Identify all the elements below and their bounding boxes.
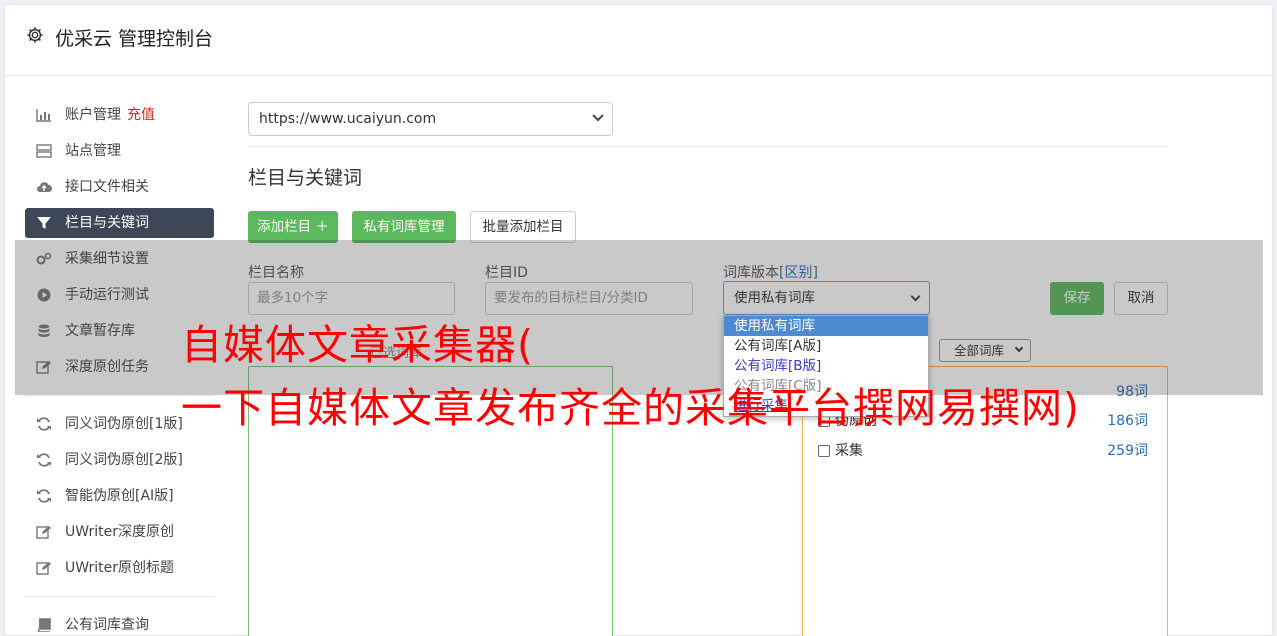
- dropdown-option[interactable]: 公有词库[A版]: [724, 336, 928, 356]
- book-icon: [37, 618, 51, 632]
- section-title: 栏目与关键词: [248, 167, 363, 189]
- sidebar-item-account[interactable]: 账户管理 充值: [25, 100, 214, 130]
- sidebar-item-label: 接口文件相关: [65, 179, 149, 195]
- dropdown-option[interactable]: 公有词库[B版]: [724, 356, 928, 376]
- refresh-icon: [37, 417, 51, 431]
- sidebar-item-label: 站点管理: [65, 143, 121, 159]
- lexicon-count[interactable]: 186词: [1107, 411, 1148, 431]
- sidebar-item-label: 公有词库查询: [65, 617, 149, 633]
- recharge-link[interactable]: 充值: [127, 107, 155, 123]
- sidebar-item-columns[interactable]: 栏目与关键词: [25, 208, 214, 238]
- lexicon-count[interactable]: 259词: [1107, 441, 1148, 461]
- sidebar-item-label: 同义词伪原创[2版]: [65, 452, 183, 468]
- sidebar-item-label: 账户管理: [65, 107, 121, 123]
- sidebar-item-uwriter-deep[interactable]: UWriter深度原创: [25, 517, 214, 547]
- lexicon-row[interactable]: 采集 259词: [818, 441, 1148, 463]
- sidebar-item-collect-settings[interactable]: 采集细节设置: [25, 244, 214, 274]
- lexicon-version-value: 使用私有词库: [734, 290, 815, 306]
- difference-link[interactable]: [区别]: [779, 265, 818, 281]
- server-icon: [36, 144, 52, 158]
- edit-icon: [36, 562, 51, 575]
- sidebar-item-label: UWriter深度原创: [65, 524, 174, 540]
- cogs-icon: [36, 252, 52, 265]
- sidebar-item-interface[interactable]: 接口文件相关: [25, 172, 214, 202]
- chevron-down-icon: [592, 110, 604, 122]
- all-lexicon-value: 全部词库: [954, 343, 1005, 358]
- chevron-down-icon: [910, 291, 921, 302]
- all-lexicon-select[interactable]: 全部词库: [939, 339, 1031, 362]
- private-lexicon-button[interactable]: 私有词库管理: [352, 211, 456, 243]
- watermark-line-1: 自媒体文章采集器(: [181, 321, 534, 369]
- cancel-button[interactable]: 取消: [1114, 282, 1168, 315]
- edit-icon: [36, 526, 51, 539]
- column-id-input[interactable]: 要发布的目标栏目/分类ID: [485, 282, 693, 315]
- chevron-down-icon: [1014, 343, 1024, 353]
- sidebar-item-label: 手动运行测试: [65, 287, 149, 303]
- database-icon: [38, 324, 50, 337]
- lexicon-checkbox[interactable]: [818, 445, 830, 457]
- cloud-upload-icon: [37, 182, 52, 193]
- edit-icon: [36, 361, 51, 374]
- sidebar-item-label: 栏目与关键词: [65, 215, 149, 231]
- refresh-icon: [37, 453, 51, 467]
- sidebar-item-ai-rewrite[interactable]: 智能伪原创[AI版]: [25, 481, 214, 511]
- sidebar-item-sites[interactable]: 站点管理: [25, 136, 214, 166]
- sidebar-item-public-lexicon[interactable]: 公有词库查询: [25, 610, 214, 635]
- watermark-line-2: 一下自媒体文章发布齐全的采集平台撰网易撰网): [181, 384, 1080, 432]
- save-button[interactable]: 保存: [1050, 282, 1104, 315]
- play-circle-icon: [37, 288, 51, 302]
- column-id-label: 栏目ID: [485, 265, 528, 281]
- sidebar-item-label: 同义词伪原创[1版]: [65, 416, 183, 432]
- bar-chart-icon: [36, 109, 51, 122]
- add-column-button[interactable]: 添加栏目 ＋: [248, 211, 338, 243]
- lexicon-version-select[interactable]: 使用私有词库: [723, 281, 930, 315]
- gear-icon: [27, 27, 43, 43]
- sidebar-item-label: 文章暂存库: [65, 323, 135, 339]
- lexicon-name: 采集: [835, 443, 863, 459]
- divider: [248, 146, 1168, 147]
- sidebar-item-synonym-v2[interactable]: 同义词伪原创[2版]: [25, 445, 214, 475]
- sidebar-divider: [25, 596, 214, 597]
- sidebar-item-label: UWriter原创标题: [65, 560, 174, 576]
- sidebar-item-uwriter-title[interactable]: UWriter原创标题: [25, 553, 214, 583]
- column-name-input[interactable]: 最多10个字: [248, 282, 455, 315]
- lexicon-count[interactable]: 98词: [1116, 382, 1148, 402]
- dropdown-option[interactable]: 使用私有词库: [724, 316, 928, 336]
- sidebar-item-label: 采集细节设置: [65, 251, 149, 267]
- site-select-value: https://www.ucaiyun.com: [259, 111, 437, 127]
- column-name-label: 栏目名称: [248, 265, 304, 281]
- site-select[interactable]: https://www.ucaiyun.com: [248, 102, 613, 136]
- sidebar-item-manual-run[interactable]: 手动运行测试: [25, 280, 214, 310]
- filter-icon: [37, 217, 51, 229]
- sidebar-item-label: 智能伪原创[AI版]: [65, 488, 174, 504]
- batch-add-button[interactable]: 批量添加栏目: [470, 211, 576, 243]
- lexicon-version-label: 词库版本[区别]: [723, 265, 818, 281]
- refresh-icon: [37, 489, 51, 503]
- sidebar-item-label: 深度原创任务: [65, 359, 149, 375]
- topbar: 优采云 管理控制台: [5, 5, 1272, 76]
- app-title: 优采云 管理控制台: [55, 28, 214, 50]
